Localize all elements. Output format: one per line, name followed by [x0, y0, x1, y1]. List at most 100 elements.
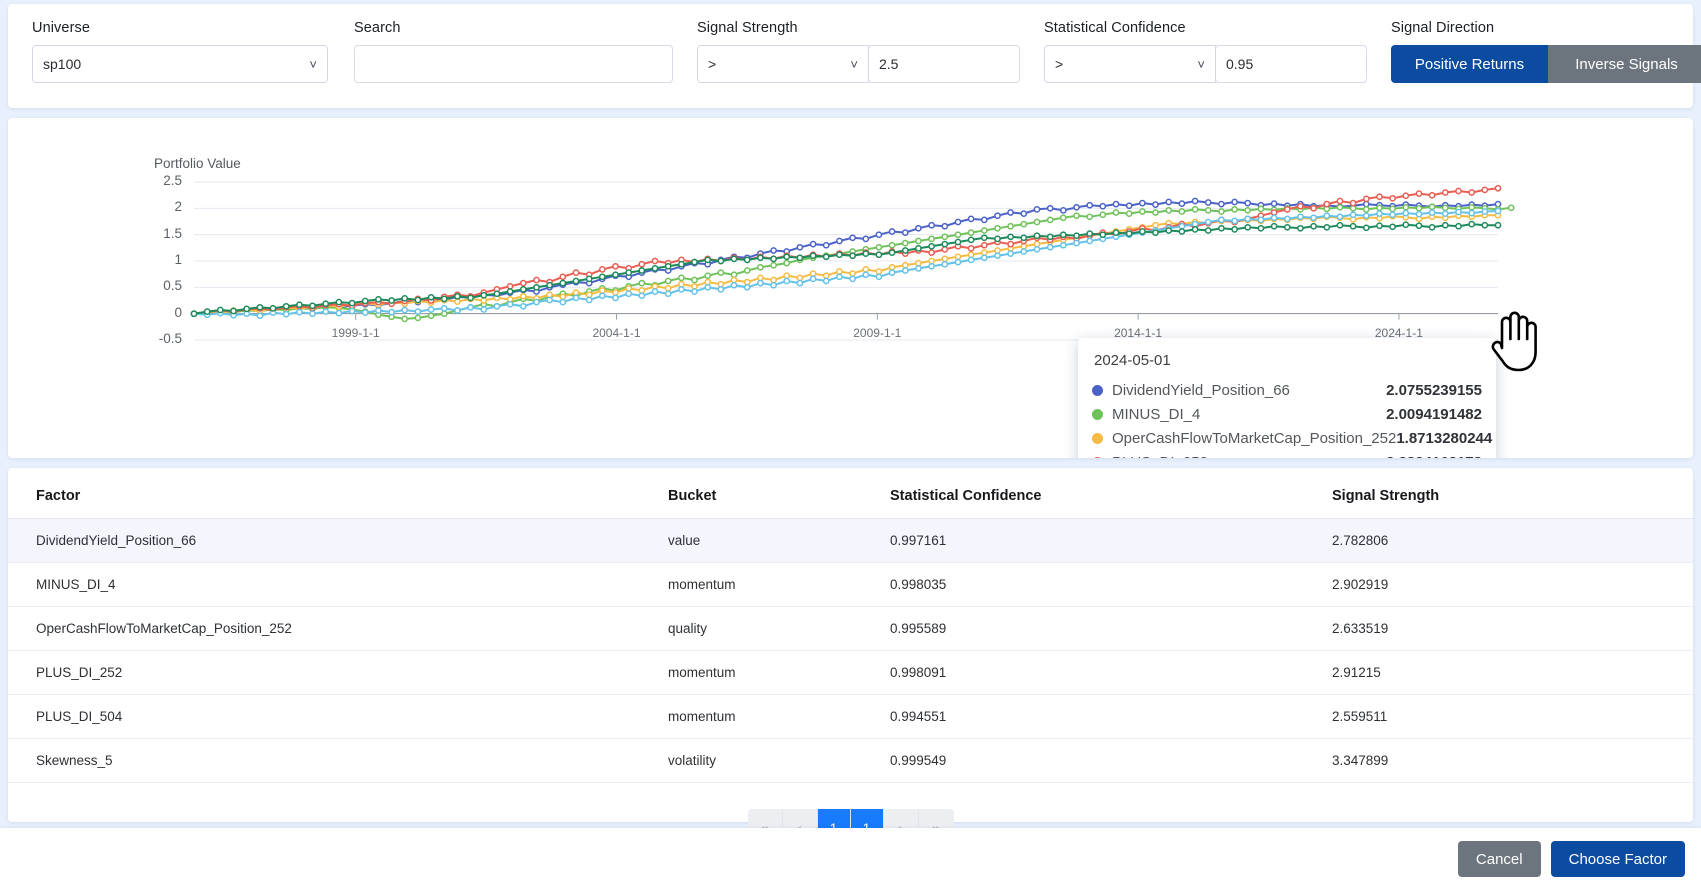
choose-factor-button[interactable]: Choose Factor	[1550, 841, 1685, 877]
table-cell-confidence: 0.998091	[890, 650, 1332, 695]
table-cell-bucket: volatility	[668, 738, 890, 783]
statistical-confidence-fields: > ˅ 0.95	[1044, 45, 1367, 83]
table-cell-confidence: 0.997161	[890, 518, 1332, 563]
y-axis-tick-label: 0.5	[163, 278, 182, 294]
tooltip-series-row: DividendYield_Position_66 2.0755239155	[1092, 378, 1482, 402]
inverse-signals-button[interactable]: Inverse Signals	[1548, 45, 1701, 83]
signal-direction-toggle: Positive Returns Inverse Signals	[1391, 45, 1701, 83]
table-cell-confidence: 0.995589	[890, 606, 1332, 651]
table-row[interactable]: MINUS_DI_4 momentum 0.998035 2.902919	[8, 562, 1693, 607]
y-axis-tick-label: 0	[174, 304, 182, 320]
hand-cursor-icon	[1488, 308, 1540, 379]
table-cell-factor: OperCashFlowToMarketCap_Position_252	[8, 606, 668, 651]
y-axis-tick-label: 1	[174, 252, 182, 267]
dialog-footer: Cancel Choose Factor	[0, 828, 1701, 890]
column-header-bucket[interactable]: Bucket	[668, 468, 890, 519]
filter-signal-strength: Signal Strength > ˅ 2.5	[697, 20, 1020, 83]
tooltip-series-value: 2.3824163173	[1386, 454, 1482, 459]
x-axis-tick-label: 2004-1-1	[592, 325, 641, 340]
tooltip-series-value: 2.0094191482	[1386, 405, 1482, 423]
table-cell-factor: PLUS_DI_504	[8, 694, 668, 739]
y-axis-tick-label: 1.5	[163, 225, 182, 241]
series-color-dot	[1092, 456, 1103, 458]
series-color-dot	[1092, 408, 1103, 420]
filter-search: Search	[354, 20, 673, 83]
signal-strength-operator-value: >	[708, 56, 717, 72]
x-axis-tick-label: 1999-1-1	[331, 325, 380, 340]
chevron-down-icon: ˅	[850, 56, 858, 72]
positive-returns-button[interactable]: Positive Returns	[1391, 45, 1548, 83]
tooltip-series-list: DividendYield_Position_66 2.0755239155 MIN…	[1092, 378, 1492, 458]
table-cell-strength: 2.559511	[1332, 694, 1693, 739]
x-axis-tick-label: 2009-1-1	[853, 325, 902, 340]
table-cell-factor: MINUS_DI_4	[8, 562, 668, 607]
cancel-button[interactable]: Cancel	[1457, 841, 1541, 877]
column-header-statistical-confidence[interactable]: Statistical Confidence	[890, 468, 1332, 519]
y-axis-tick-label: 2.5	[163, 173, 182, 188]
table-cell-factor: PLUS_DI_252	[8, 650, 668, 695]
signal-strength-label: Signal Strength	[697, 20, 798, 36]
table-row[interactable]: PLUS_DI_504 momentum 0.994551 2.559511	[8, 694, 1693, 739]
table-cell-confidence: 0.994551	[890, 694, 1332, 739]
statistical-confidence-value-input[interactable]: 0.95	[1215, 45, 1367, 83]
table-cell-bucket: quality	[668, 606, 890, 651]
table-cell-factor: Skewness_5	[8, 738, 668, 783]
table-cell-strength: 2.633519	[1332, 606, 1693, 651]
performance-chart-panel: Portfolio Value 2.5 2 1.5 1 0.5 0 -0.5 1999-1-…	[8, 118, 1693, 458]
tooltip-series-row: PLUS_DI_252 2.3824163173	[1092, 450, 1482, 458]
table-cell-confidence: 0.999549	[890, 738, 1332, 783]
factors-table-panel: Factor Bucket Statistical Confidence Sig…	[8, 468, 1693, 846]
y-axis-tick-label: 2	[174, 199, 182, 215]
search-label: Search	[354, 20, 401, 36]
chevron-down-icon: ˅	[309, 56, 317, 72]
chart-tooltip: 2024-05-01 DividendYield_Position_66 2.07…	[1078, 338, 1496, 458]
table-header-row: Factor Bucket Statistical Confidence Sig…	[8, 468, 1693, 519]
universe-label: Universe	[32, 20, 91, 36]
series-color-dot	[1092, 432, 1103, 444]
factor-selection-dialog: Universe sp100 ˅ Search Signal Strength …	[0, 0, 1701, 890]
tooltip-series-value: 1.8713280244	[1396, 429, 1493, 447]
table-row[interactable]: DividendYield_Position_66 value 0.997161 2.…	[8, 518, 1693, 563]
tooltip-series-row: OperCashFlowToMarketCap_Position_252 1.87…	[1092, 426, 1492, 450]
table-cell-bucket: value	[668, 518, 890, 563]
signal-strength-value-input[interactable]: 2.5	[868, 45, 1020, 83]
filter-universe: Universe sp100 ˅	[32, 20, 328, 83]
table-body: DividendYield_Position_66 value 0.997161 2.…	[8, 518, 1693, 783]
table-cell-strength: 2.91215	[1332, 650, 1693, 695]
table-cell-strength: 2.782806	[1332, 518, 1693, 563]
factors-table: Factor Bucket Statistical Confidence Sig…	[8, 468, 1693, 783]
table-cell-bucket: momentum	[668, 650, 890, 695]
table-head: Factor Bucket Statistical Confidence Sig…	[8, 468, 1693, 519]
table-cell-strength: 3.347899	[1332, 738, 1693, 783]
column-header-factor[interactable]: Factor	[8, 468, 668, 519]
table-row[interactable]: PLUS_DI_252 momentum 0.998091 2.91215	[8, 650, 1693, 695]
chevron-down-icon: ˅	[1197, 56, 1205, 72]
filter-statistical-confidence: Statistical Confidence > ˅ 0.95	[1044, 20, 1367, 83]
tooltip-series-name: MINUS_DI_4	[1112, 405, 1201, 423]
signal-strength-fields: > ˅ 2.5	[697, 45, 1020, 83]
statistical-confidence-operator-select[interactable]: > ˅	[1044, 45, 1216, 83]
statistical-confidence-label: Statistical Confidence	[1044, 20, 1186, 36]
universe-select[interactable]: sp100 ˅	[32, 45, 328, 83]
series-color-dot	[1092, 384, 1103, 396]
search-input[interactable]	[354, 45, 673, 83]
universe-value: sp100	[43, 56, 82, 72]
table-row[interactable]: Skewness_5 volatility 0.999549 3.347899	[8, 738, 1693, 783]
tooltip-series-value: 2.0755239155	[1386, 381, 1482, 399]
table-cell-confidence: 0.998035	[890, 562, 1332, 607]
tooltip-date: 2024-05-01	[1094, 352, 1171, 369]
table-cell-factor: DividendYield_Position_66	[8, 518, 668, 563]
tooltip-series-name: DividendYield_Position_66	[1112, 381, 1290, 399]
table-cell-bucket: momentum	[668, 562, 890, 607]
tooltip-series-row: MINUS_DI_4 2.0094191482	[1092, 402, 1482, 426]
signal-strength-operator-select[interactable]: > ˅	[697, 45, 869, 83]
filter-signal-direction: Signal Direction Positive Returns Invers…	[1391, 20, 1701, 83]
tooltip-series-name: OperCashFlowToMarketCap_Position_252	[1112, 429, 1397, 447]
signal-direction-label: Signal Direction	[1391, 20, 1495, 36]
column-header-signal-strength[interactable]: Signal Strength	[1332, 468, 1693, 519]
statistical-confidence-operator-value: >	[1055, 56, 1064, 72]
y-axis-tick-label: -0.5	[158, 331, 182, 346]
table-cell-bucket: momentum	[668, 694, 890, 739]
table-row[interactable]: OperCashFlowToMarketCap_Position_252 qual…	[8, 606, 1693, 651]
table-cell-strength: 2.902919	[1332, 562, 1693, 607]
